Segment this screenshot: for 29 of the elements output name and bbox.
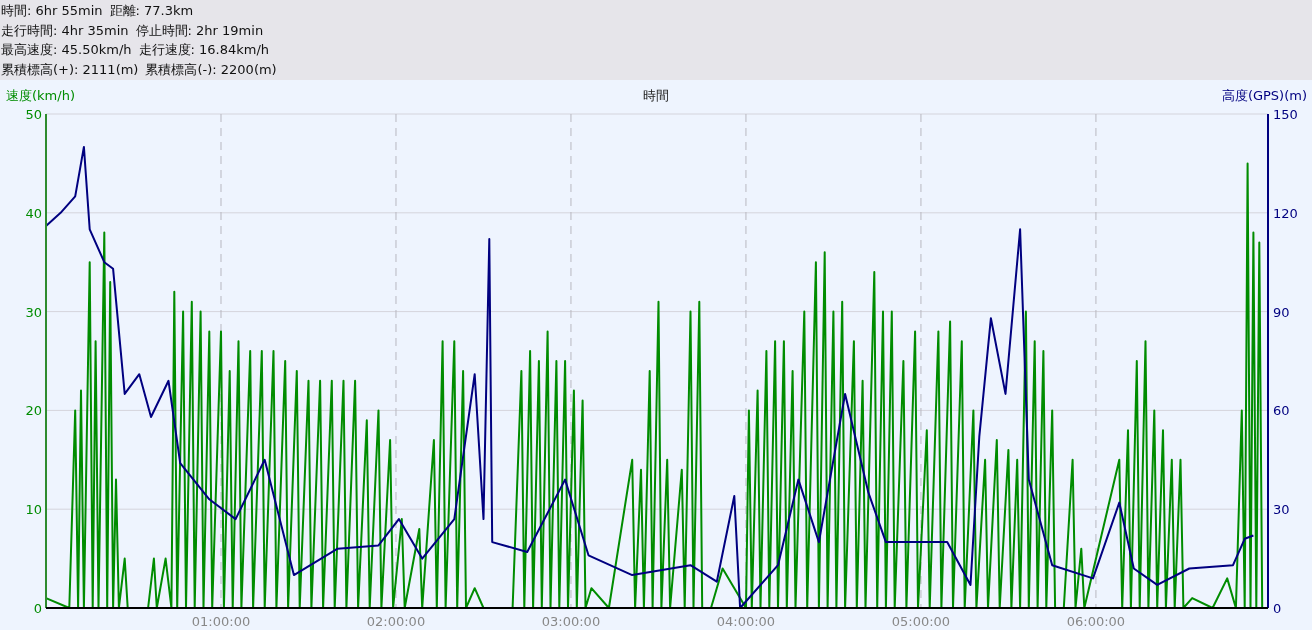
tick-label: 0 [1273,601,1282,616]
stat-text: 累積標高(+): 2111(m) [1,62,139,76]
stat-text: 時間: 6hr 55min [1,4,103,18]
axis-title: 速度(km/h) [6,88,75,103]
stat-text: 距離: 77.3km [109,4,194,18]
tick-label: 10 [25,502,42,518]
tick-label: 20 [25,403,42,419]
tick-label: 03:00:00 [541,614,601,629]
stat-text: 最高速度: 45.50km/h [1,43,132,57]
tick-label: 120 [1273,205,1298,221]
tick-label: 0 [33,601,42,616]
tick-label: 30 [25,304,42,320]
tick-label: 50 [25,107,42,122]
tick-label: 02:00:00 [366,614,426,629]
stat-text: 走行速度: 16.84km/h [138,43,270,57]
tick-label: 40 [25,205,42,221]
axis-title: 時間 [643,88,669,103]
tick-label: 90 [1273,304,1290,320]
tick-label: 30 [1273,502,1290,518]
axis-title: 高度(GPS)(m) [1221,88,1307,103]
stat-text: 累積標高(-): 2200(m) [145,62,277,76]
tick-label: 05:00:00 [891,614,951,629]
tick-label: 04:00:00 [716,614,776,629]
tick-label: 150 [1273,107,1298,122]
tick-label: 01:00:00 [191,614,251,629]
tick-label: 60 [1273,403,1290,419]
stat-text: 走行時間: 4hr 35min [1,23,129,37]
tick-label: 06:00:00 [1066,614,1126,629]
stat-text: 停止時間: 2hr 19min [135,23,264,37]
